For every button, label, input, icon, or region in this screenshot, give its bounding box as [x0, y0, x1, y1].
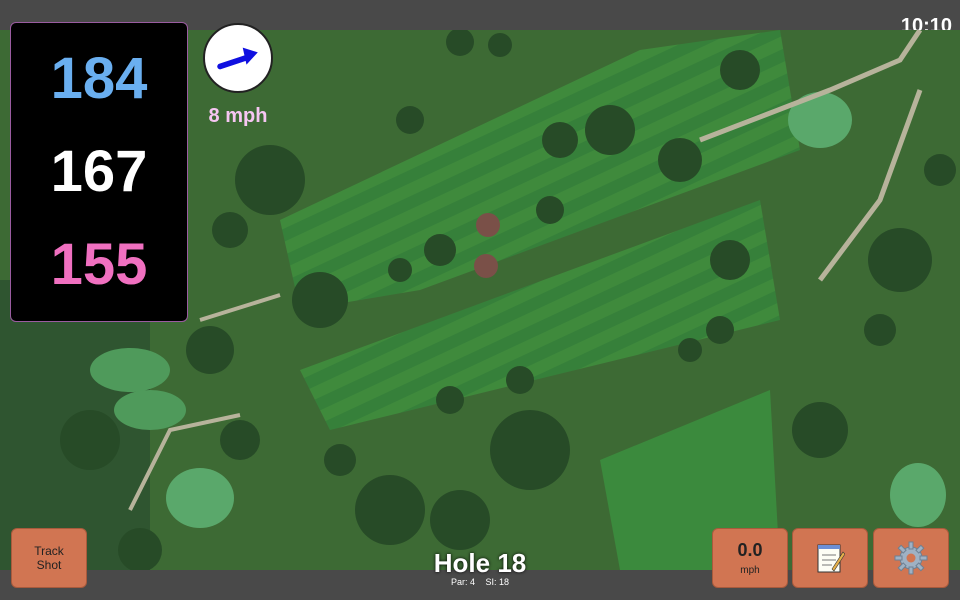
front-distance: 155 — [50, 231, 148, 297]
hole-stroke-index: SI: 18 — [485, 577, 510, 587]
notepad-icon — [817, 544, 845, 573]
hole-title: Hole 18 — [433, 548, 527, 578]
distance-panel: 184 167 155 — [10, 22, 188, 322]
wind-arrow-icon — [217, 47, 258, 70]
notes-button[interactable] — [792, 528, 868, 588]
gear-icon — [894, 541, 928, 575]
speed-button[interactable]: 0.0 mph — [712, 528, 788, 588]
back-distance: 184 — [50, 46, 148, 112]
hole-par: Par: 4 — [450, 577, 475, 587]
hole-details: Par: 4 SI: 18 — [380, 577, 580, 587]
middle-distance: 167 — [50, 138, 148, 204]
speed-value: 0.0 — [737, 540, 763, 560]
wind-direction-indicator — [203, 23, 273, 93]
track-shot-button[interactable]: Track Shot — [11, 528, 87, 588]
wind-speed: 8 mph — [208, 105, 268, 127]
track-shot-label: Track Shot — [34, 544, 64, 572]
settings-button[interactable] — [873, 528, 949, 588]
speed-unit: mph — [740, 565, 760, 576]
